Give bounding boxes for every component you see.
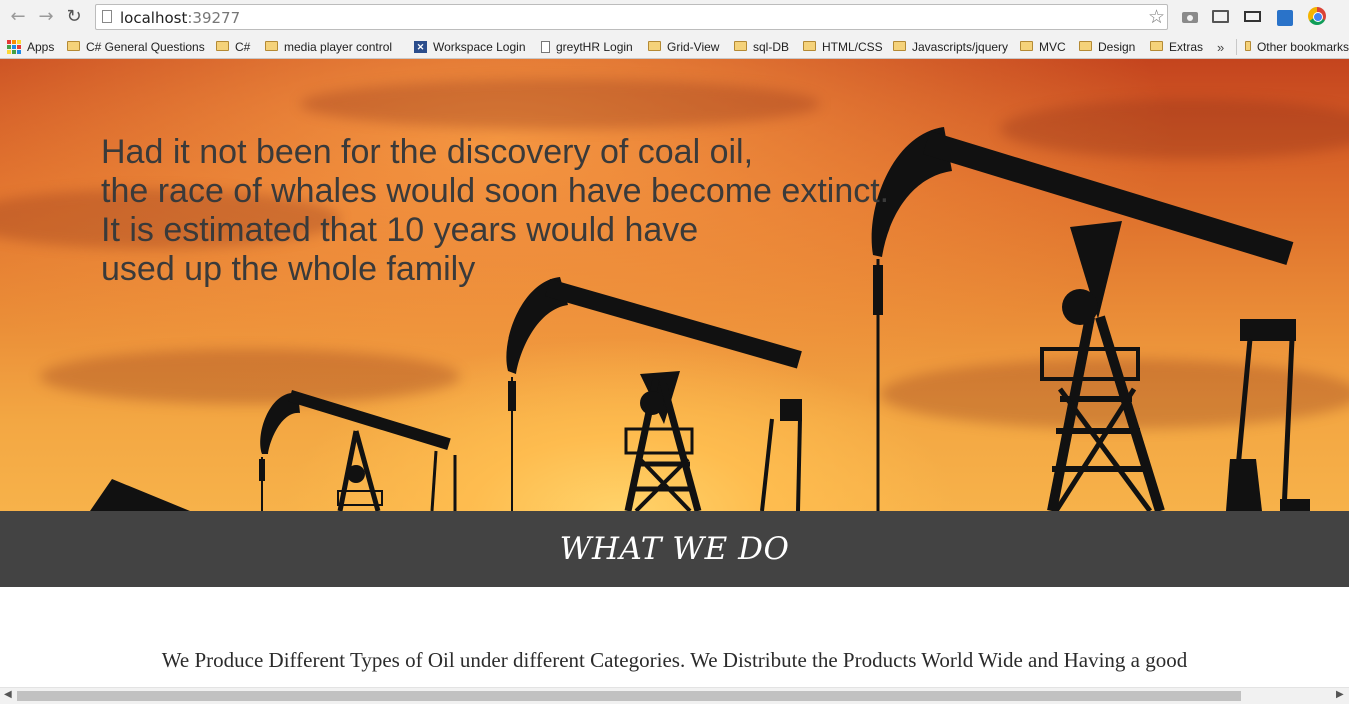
folder-icon <box>67 41 80 51</box>
pumpjack-small <box>259 390 457 511</box>
folder-icon <box>216 41 229 51</box>
chrome-icon[interactable] <box>1307 6 1327 25</box>
forward-arrow-icon[interactable]: → <box>36 7 56 27</box>
bookmark-label: media player control <box>284 40 393 54</box>
bookmark-workspace-login[interactable]: ✕ Workspace Login <box>414 38 526 56</box>
hero-quote-line: It is estimated that 10 years would have <box>101 211 699 249</box>
bookmark-label: C# General Questions <box>86 40 205 54</box>
back-arrow-icon[interactable]: ← <box>8 7 28 27</box>
download-extension-icon[interactable] <box>1275 8 1295 26</box>
browser-toolbar: ← → ↻ localhost:39277 ☆ <box>0 0 1349 35</box>
bookmarks-overflow-chevron[interactable]: » <box>1217 38 1224 56</box>
scroll-left-arrow-icon[interactable]: ◀ <box>4 689 12 700</box>
address-bar[interactable]: localhost:39277 ☆ <box>95 4 1168 30</box>
bookmark-media-player[interactable]: media player control <box>265 38 400 56</box>
folder-icon <box>1150 41 1163 51</box>
bookmark-mvc[interactable]: MVC <box>1020 38 1066 56</box>
folder-icon <box>803 41 816 51</box>
horizontal-scrollbar[interactable]: ◀ ▶ <box>0 687 1349 704</box>
url-port: :39277 <box>187 9 241 27</box>
folder-icon <box>734 41 747 51</box>
pumpjack-large <box>871 127 1310 511</box>
page-icon <box>102 10 112 23</box>
bookmark-star-icon[interactable]: ☆ <box>1148 6 1165 28</box>
url-text: localhost:39277 <box>120 9 240 27</box>
folder-icon <box>1245 41 1251 51</box>
bookmark-sql-db[interactable]: sql-DB <box>734 38 789 56</box>
bookmark-design[interactable]: Design <box>1079 38 1135 56</box>
bookmark-label: Apps <box>27 40 55 54</box>
bookmark-javascripts-jquery[interactable]: Javascripts/jquery <box>893 38 1008 56</box>
bookmarks-bar: Apps C# General Questions C# media playe… <box>0 35 1349 59</box>
hero-quote-line: Had it not been for the discovery of coa… <box>101 133 754 171</box>
bookmark-label: Design <box>1098 40 1136 54</box>
folder-icon <box>893 41 906 51</box>
folder-icon <box>1020 41 1033 51</box>
scrollbar-thumb[interactable] <box>17 691 1241 701</box>
folder-icon <box>648 41 661 51</box>
bookmark-html-css[interactable]: HTML/CSS <box>803 38 883 56</box>
bookmark-label: HTML/CSS <box>822 40 883 54</box>
folder-icon <box>1079 41 1092 51</box>
bookmark-label: Grid-View <box>667 40 720 54</box>
hero-quote: Had it not been for the discovery of coa… <box>101 133 889 289</box>
bookmark-other[interactable]: Other bookmarks <box>1245 38 1349 56</box>
pumpjack-medium <box>506 277 802 511</box>
bookmark-label: Workspace Login <box>433 40 526 54</box>
hero-quote-line: the race of whales would soon have becom… <box>101 172 890 210</box>
bookmark-apps[interactable]: Apps <box>7 38 54 56</box>
bookmark-csharp-general[interactable]: C# General Questions <box>67 38 205 56</box>
bookmark-label: greytHR Login <box>556 40 633 54</box>
bookmark-csharp[interactable]: C# <box>216 38 250 56</box>
workspace-icon: ✕ <box>414 41 427 53</box>
bookmark-label: Other bookmarks <box>1256 40 1349 54</box>
bookmarks-divider <box>1236 39 1237 55</box>
page-icon <box>541 41 550 53</box>
section-title: WHAT WE DO <box>559 531 790 567</box>
section-description: We Produce Different Types of Oil under … <box>161 648 1188 672</box>
scroll-right-arrow-icon[interactable]: ▶ <box>1336 689 1344 700</box>
bookmark-label: Javascripts/jquery <box>912 40 1009 54</box>
bookmark-extras[interactable]: Extras <box>1150 38 1203 56</box>
bookmark-label: MVC <box>1039 40 1066 54</box>
hero-quote-line: used up the whole family <box>101 250 476 288</box>
bookmark-grid-view[interactable]: Grid-View <box>648 38 719 56</box>
bookmark-label: Extras <box>1169 40 1204 54</box>
cast-icon[interactable] <box>1211 8 1231 26</box>
camera-icon[interactable] <box>1180 8 1200 26</box>
bookmark-label: C# <box>235 40 251 54</box>
hero-banner: Had it not been for the discovery of coa… <box>0 59 1349 511</box>
apps-grid-icon <box>7 40 21 54</box>
bookmark-label: sql-DB <box>753 40 790 54</box>
bookmark-greythr-login[interactable]: greytHR Login <box>541 38 633 56</box>
screen-icon[interactable] <box>1243 8 1263 26</box>
what-we-do-band: WHAT WE DO <box>0 511 1349 587</box>
folder-icon <box>265 41 278 51</box>
reload-icon[interactable]: ↻ <box>64 7 84 27</box>
url-host: localhost <box>120 9 188 27</box>
